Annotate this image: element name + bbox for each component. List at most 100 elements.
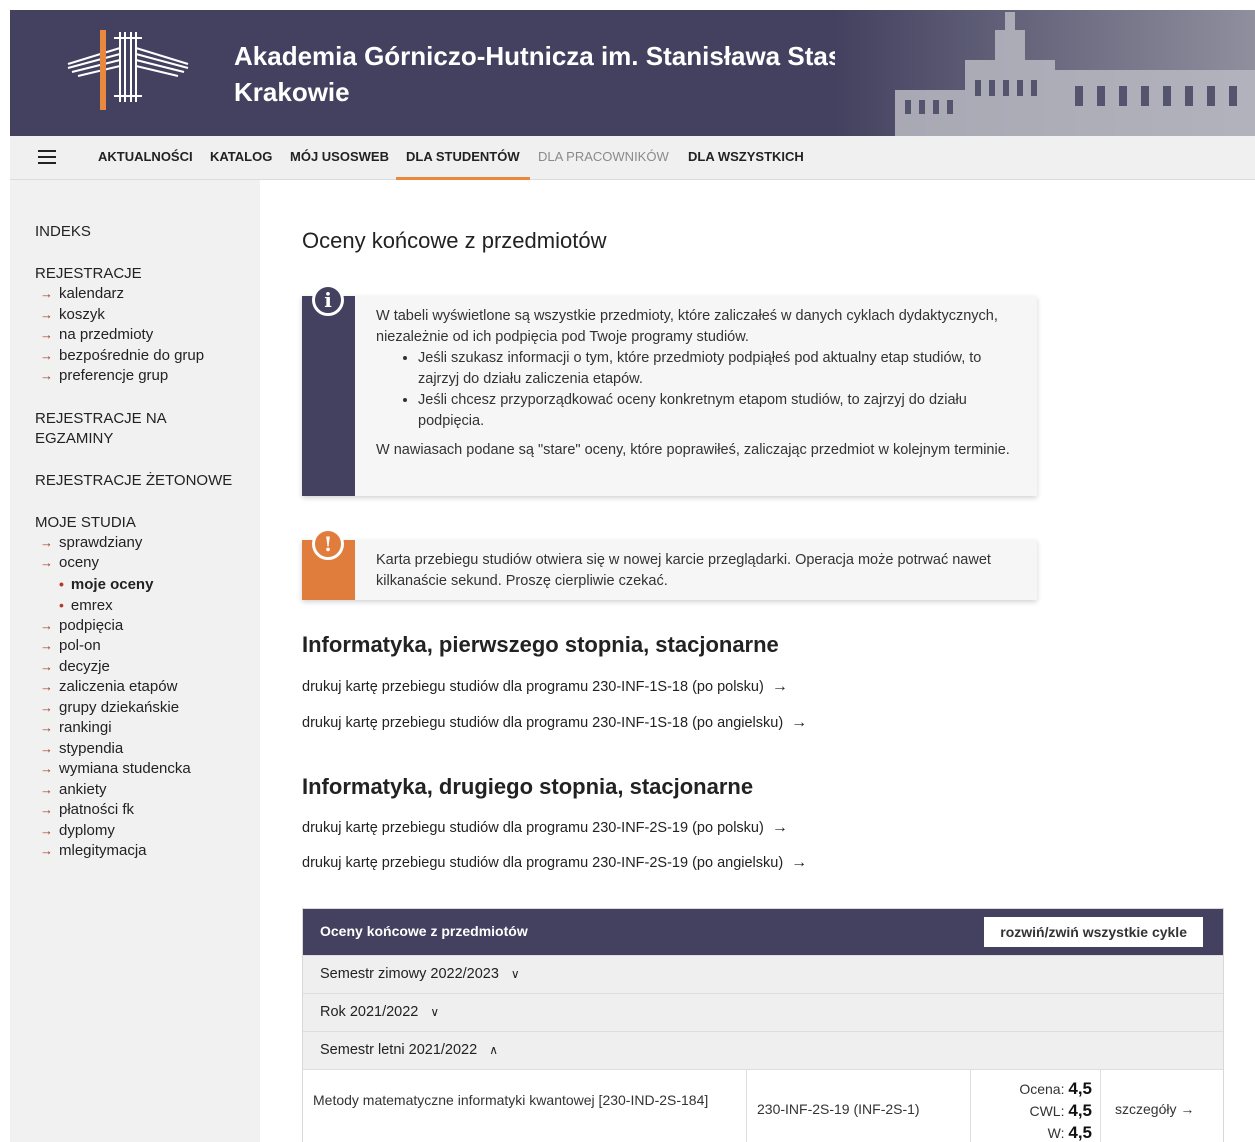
nav-aktualnosci[interactable]: AKTUALNOŚCI	[88, 136, 203, 180]
sidebar-item[interactable]: → na przedmioty	[35, 325, 260, 346]
info-text: W nawiasach podane są "stare" oceny, któ…	[376, 442, 1010, 458]
info-text: W tabeli wyświetlone są wszystkie przedm…	[376, 308, 998, 345]
building-illustration	[835, 10, 1255, 136]
sidebar-item[interactable]: → decyzje	[35, 657, 260, 678]
arrow-right-icon: →	[40, 761, 53, 776]
arrow-right-icon: →	[40, 555, 53, 570]
program-title: Informatyka, drugiego stopnia, stacjonar…	[302, 774, 754, 799]
sidebar-moje-studia[interactable]: MOJE STUDIA	[35, 513, 260, 533]
warning-icon: !	[312, 528, 344, 560]
info-bullet: Jeśli chcesz przyporządkować oceny konkr…	[418, 390, 1017, 432]
arrow-right-icon: →	[40, 638, 53, 653]
sidebar-item[interactable]: → koszyk	[35, 305, 260, 326]
nav-dla-pracownikow: DLA PRACOWNIKÓW	[538, 149, 669, 164]
arrow-right-icon: →	[40, 306, 53, 322]
grades-title: Oceny końcowe z przedmiotów	[320, 923, 528, 939]
grade-value: 4,5	[1068, 1101, 1092, 1120]
sidebar-subitem[interactable]: • emrex	[54, 595, 260, 616]
cycle-row[interactable]: Semestr zimowy 2022/2023 ∨	[303, 955, 1223, 993]
program-code: 230-INF-2S-19 (INF-2S-1)	[747, 1070, 971, 1142]
sidebar-item[interactable]: → rankingi	[35, 718, 260, 739]
sidebar-item[interactable]: → preferencje grup	[35, 366, 260, 387]
sidebar-item[interactable]: → bezpośrednie do grup	[35, 346, 260, 367]
sidebar: INDEKS REJESTRACJE → kalendarz → koszyk → na …	[10, 180, 260, 1142]
sidebar-item[interactable]: → wymiana studencka	[35, 759, 260, 780]
arrow-right-icon: →	[40, 286, 53, 301]
sidebar-item[interactable]: → podpięcia	[35, 616, 260, 637]
sidebar-rejestracje[interactable]: REJESTRACJE	[35, 264, 260, 284]
grades-header: Oceny końcowe z przedmiotów rozwiń/zwiń …	[303, 909, 1223, 955]
sidebar-indeks[interactable]: INDEKS	[35, 222, 260, 242]
chevron-down-icon: ∨	[430, 1005, 440, 1019]
sidebar-item[interactable]: → mlegitymacja	[35, 841, 260, 862]
grade-values: Ocena: 4,5 CWL: 4,5 W: 4,5	[971, 1070, 1101, 1142]
arrow-right-icon: →	[40, 740, 53, 756]
arrow-right-icon: →	[40, 658, 53, 674]
cycle-row[interactable]: Semestr letni 2021/2022 ∧	[303, 1031, 1223, 1069]
table-row: Metody matematyczne informatyki kwantowe…	[303, 1069, 1223, 1142]
details-link[interactable]: szczegóły →	[1101, 1070, 1225, 1142]
info-bullet: Jeśli szukasz informacji o tym, które pr…	[418, 348, 1017, 390]
print-card-link-pl[interactable]: drukuj kartę przebiegu studiów dla progr…	[302, 678, 788, 696]
arrow-right-icon: →	[40, 679, 53, 694]
nav-dla-wszystkich[interactable]: DLA WSZYSTKICH	[678, 136, 814, 180]
arrow-right-icon: →	[791, 854, 808, 871]
sidebar-item[interactable]: → pol-on	[35, 636, 260, 657]
sidebar-item[interactable]: → zaliczenia etapów	[35, 677, 260, 698]
page-title: Oceny końcowe z przedmiotów	[302, 228, 607, 253]
bullet-icon: •	[59, 575, 64, 592]
sidebar-rejestracje-list: → kalendarz → koszyk → na przedmioty → bezpośre…	[35, 284, 260, 387]
grades-table: Oceny końcowe z przedmiotów rozwiń/zwiń …	[302, 908, 1224, 1142]
nav-dla-studentow[interactable]: DLA STUDENTÓW	[396, 136, 530, 180]
program-title: Informatyka, pierwszego stopnia, stacjon…	[302, 632, 779, 657]
arrow-right-icon: →	[40, 617, 53, 633]
arrow-right-icon: →	[40, 347, 53, 363]
nav-katalog[interactable]: KATALOG	[200, 136, 282, 180]
sidebar-item[interactable]: → kalendarz	[35, 284, 260, 305]
arrow-right-icon: →	[40, 368, 53, 383]
sidebar-sublist: • moje oceny • emrex	[35, 574, 260, 616]
warning-message: ! Karta przebiegu studiów otwiera się w …	[302, 528, 1037, 600]
sidebar-moje-studia-list: → sprawdziany → oceny • moje oceny • emrex → podp…	[35, 533, 260, 862]
cycle-row[interactable]: Rok 2021/2022 ∨	[303, 993, 1223, 1031]
arrow-right-icon: →	[771, 678, 788, 695]
sidebar-item[interactable]: → stypendia	[35, 739, 260, 760]
main-nav: AKTUALNOŚCI KATALOG MÓJ USOSWEB DLA STUD…	[10, 136, 1255, 180]
print-card-link-en[interactable]: drukuj kartę przebiegu studiów dla progr…	[302, 714, 807, 732]
arrow-right-icon: →	[40, 802, 53, 817]
print-card-link-pl[interactable]: drukuj kartę przebiegu studiów dla progr…	[302, 819, 788, 837]
info-message: i W tabeli wyświetlone są wszystkie prze…	[302, 284, 1037, 496]
arrow-right-icon: →	[771, 819, 788, 836]
sidebar-item[interactable]: → płatności fk	[35, 800, 260, 821]
chevron-up-icon: ∧	[489, 1043, 498, 1057]
arrow-right-icon: →	[40, 699, 53, 715]
menu-icon[interactable]	[38, 150, 56, 164]
arrow-right-icon: →	[40, 720, 53, 735]
sidebar-item[interactable]: → grupy dziekańskie	[35, 698, 260, 719]
sidebar-item[interactable]: → ankiety	[35, 780, 260, 801]
grade-value: 4,5	[1068, 1079, 1092, 1098]
course-name: Metody matematyczne informatyki kwantowe…	[303, 1070, 747, 1142]
warning-text: Karta przebiegu studiów otwiera się w no…	[376, 552, 991, 589]
sidebar-rejestracje-egzaminy[interactable]: REJESTRACJE NA EGZAMINY	[35, 409, 215, 449]
chevron-down-icon: ∨	[510, 967, 520, 981]
arrow-right-icon: →	[40, 327, 53, 342]
sidebar-subitem[interactable]: • moje oceny	[54, 574, 260, 595]
arrow-right-icon: →	[40, 534, 53, 550]
nav-moj-usosweb[interactable]: MÓJ USOSWEB	[280, 136, 399, 180]
arrow-right-icon: →	[40, 822, 53, 838]
usosweb-page: Akademia Górniczo-Hutnicza im. Stanisław…	[10, 10, 1255, 1142]
info-icon: i	[312, 284, 344, 316]
grade-value: 4,5	[1068, 1123, 1092, 1142]
site-header: Akademia Górniczo-Hutnicza im. Stanisław…	[10, 10, 1255, 136]
sidebar-item[interactable]: → oceny	[35, 553, 260, 574]
toggle-all-cycles-button[interactable]: rozwiń/zwiń wszystkie cykle	[984, 917, 1203, 947]
arrow-right-icon: →	[40, 781, 53, 797]
bullet-icon: •	[59, 596, 64, 613]
sidebar-rejestracje-zetonowe[interactable]: REJESTRACJE ŻETONOWE	[35, 471, 260, 491]
sidebar-item[interactable]: → dyplomy	[35, 821, 260, 842]
print-card-link-en[interactable]: drukuj kartę przebiegu studiów dla progr…	[302, 854, 807, 872]
agh-logo-icon	[67, 30, 189, 110]
arrow-right-icon: →	[40, 843, 53, 858]
sidebar-item[interactable]: → sprawdziany	[35, 533, 260, 554]
